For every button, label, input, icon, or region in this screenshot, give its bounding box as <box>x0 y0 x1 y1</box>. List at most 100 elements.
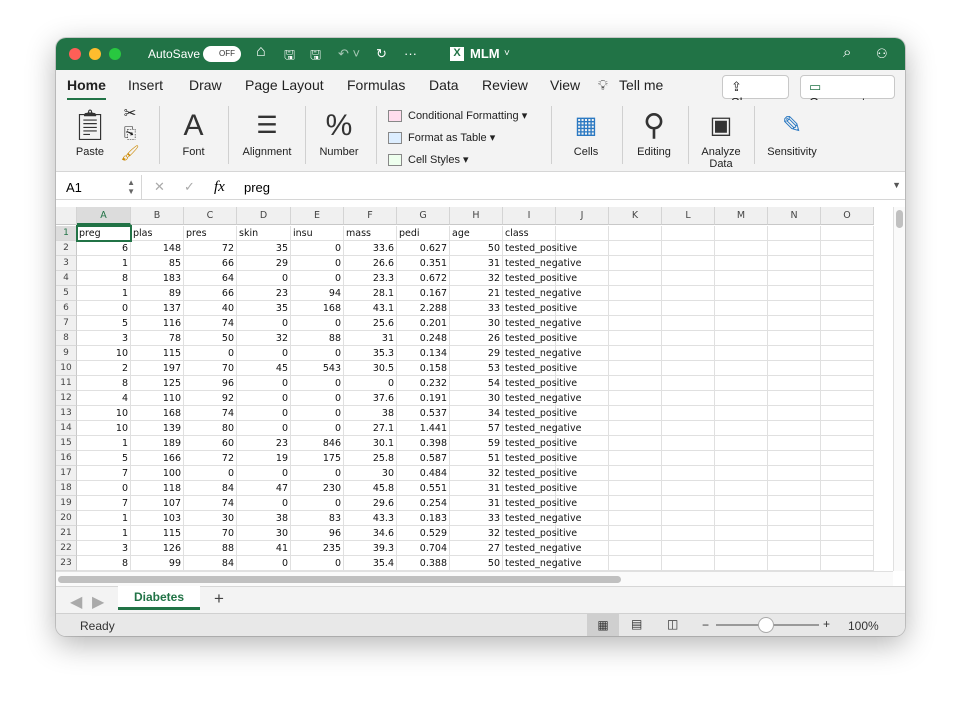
data-cell[interactable]: 72 <box>184 241 237 256</box>
data-cell[interactable]: 23.3 <box>344 271 397 286</box>
horizontal-scroll-thumb[interactable] <box>58 576 621 583</box>
horizontal-scrollbar[interactable] <box>56 571 893 586</box>
data-cell[interactable]: 8 <box>77 271 131 286</box>
data-cell[interactable]: 85 <box>131 256 184 271</box>
column-header-H[interactable]: H <box>450 207 503 225</box>
cell[interactable] <box>662 331 715 346</box>
name-box-stepper-icon[interactable]: ▲ ▼ <box>127 178 135 196</box>
data-cell[interactable]: 197 <box>131 361 184 376</box>
row-header-10[interactable]: 10 <box>56 361 77 376</box>
cell[interactable] <box>662 226 715 241</box>
cell[interactable] <box>609 421 662 436</box>
cell[interactable] <box>556 481 609 496</box>
data-cell[interactable]: 47 <box>237 481 291 496</box>
cell[interactable] <box>609 286 662 301</box>
data-cell[interactable]: 28.1 <box>344 286 397 301</box>
cell[interactable] <box>821 331 874 346</box>
data-cell[interactable]: 29 <box>237 256 291 271</box>
cell[interactable] <box>715 541 768 556</box>
zoom-level[interactable]: 100% <box>848 619 879 633</box>
data-cell[interactable]: 39.3 <box>344 541 397 556</box>
tab-review[interactable]: Review <box>482 77 528 93</box>
data-cell[interactable]: tested_positive <box>503 331 577 346</box>
cell[interactable] <box>662 526 715 541</box>
data-cell[interactable]: 26.6 <box>344 256 397 271</box>
cell[interactable] <box>715 376 768 391</box>
data-cell[interactable]: 10 <box>77 421 131 436</box>
format-painter-icon[interactable]: 🖌︎ <box>118 144 142 164</box>
cancel-icon[interactable]: ✕ <box>154 179 165 195</box>
cell[interactable] <box>715 436 768 451</box>
cell[interactable] <box>609 331 662 346</box>
column-header-E[interactable]: E <box>291 207 344 225</box>
data-cell[interactable]: 89 <box>131 286 184 301</box>
data-cell[interactable]: tested_negative <box>503 421 581 436</box>
cell[interactable] <box>609 466 662 481</box>
data-cell[interactable]: 3 <box>77 331 131 346</box>
cell[interactable] <box>768 436 821 451</box>
data-cell[interactable]: 74 <box>184 316 237 331</box>
data-cell[interactable]: 137 <box>131 301 184 316</box>
cell[interactable] <box>715 361 768 376</box>
cell[interactable] <box>609 481 662 496</box>
row-header-1[interactable]: 1 <box>56 226 77 241</box>
data-cell[interactable]: 80 <box>184 421 237 436</box>
header-cell[interactable]: skin <box>237 226 291 241</box>
data-cell[interactable]: 53 <box>450 361 503 376</box>
cell[interactable] <box>715 421 768 436</box>
data-cell[interactable]: 30 <box>344 466 397 481</box>
formula-input[interactable]: preg <box>244 180 270 195</box>
data-cell[interactable]: 32 <box>450 271 503 286</box>
cell[interactable] <box>556 436 609 451</box>
data-cell[interactable]: 1 <box>77 526 131 541</box>
cell[interactable] <box>768 391 821 406</box>
column-header-K[interactable]: K <box>609 207 662 225</box>
cell[interactable] <box>609 451 662 466</box>
minimize-window-button[interactable] <box>89 48 101 60</box>
data-cell[interactable]: tested_positive <box>503 526 577 541</box>
cell[interactable] <box>715 496 768 511</box>
cell[interactable] <box>768 496 821 511</box>
paste-button[interactable]: 📋︎ Paste <box>70 106 110 158</box>
cell-styles-button[interactable]: Cell Styles ▾ <box>388 153 469 167</box>
data-cell[interactable]: 0 <box>184 466 237 481</box>
row-header-23[interactable]: 23 <box>56 556 77 571</box>
cell[interactable] <box>715 406 768 421</box>
data-cell[interactable]: 103 <box>131 511 184 526</box>
header-cell[interactable]: mass <box>344 226 397 241</box>
data-cell[interactable]: 60 <box>184 436 237 451</box>
data-cell[interactable]: tested_positive <box>503 481 577 496</box>
data-cell[interactable]: 96 <box>291 526 344 541</box>
data-cell[interactable]: 100 <box>131 466 184 481</box>
cell[interactable] <box>821 526 874 541</box>
data-cell[interactable]: 5 <box>77 316 131 331</box>
data-cell[interactable]: 0.537 <box>397 406 450 421</box>
row-header-15[interactable]: 15 <box>56 436 77 451</box>
data-cell[interactable]: 0.388 <box>397 556 450 571</box>
insert-function-icon[interactable]: fx <box>214 179 225 196</box>
search-icon[interactable]: ⌕ <box>843 44 851 61</box>
data-cell[interactable]: 168 <box>131 406 184 421</box>
data-cell[interactable]: 1.441 <box>397 421 450 436</box>
data-cell[interactable]: 83 <box>291 511 344 526</box>
data-cell[interactable]: 183 <box>131 271 184 286</box>
data-cell[interactable]: 0.254 <box>397 496 450 511</box>
data-cell[interactable]: 26 <box>450 331 503 346</box>
cell[interactable] <box>662 241 715 256</box>
cell[interactable] <box>768 286 821 301</box>
data-cell[interactable]: 74 <box>184 406 237 421</box>
data-cell[interactable]: 8 <box>77 556 131 571</box>
cell[interactable] <box>609 511 662 526</box>
cell[interactable] <box>556 406 609 421</box>
cell[interactable] <box>715 481 768 496</box>
cell[interactable] <box>609 271 662 286</box>
data-cell[interactable]: 0 <box>237 271 291 286</box>
data-cell[interactable]: 1 <box>77 286 131 301</box>
data-cell[interactable]: 0.351 <box>397 256 450 271</box>
cell[interactable] <box>821 361 874 376</box>
cell[interactable] <box>768 301 821 316</box>
data-cell[interactable]: 25.8 <box>344 451 397 466</box>
zoom-slider[interactable] <box>716 617 819 633</box>
data-cell[interactable]: 66 <box>184 256 237 271</box>
cell[interactable] <box>609 541 662 556</box>
